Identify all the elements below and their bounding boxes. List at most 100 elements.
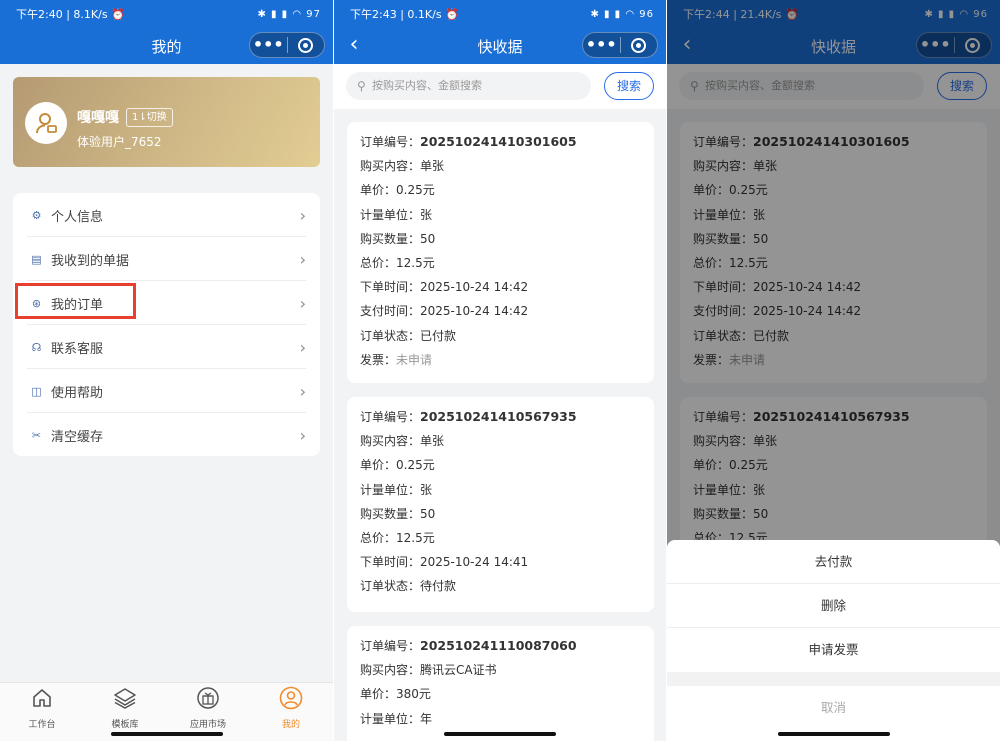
nav-bar: 我的 ••• <box>0 28 333 64</box>
field-label: 总价： <box>360 530 397 545</box>
field-label: 总价： <box>360 255 397 270</box>
order-number: 202510241410301605 <box>420 134 577 149</box>
order-row: 单价：380元 <box>360 684 654 708</box>
field-value: 单张 <box>420 434 445 449</box>
gear-icon: ⚙ <box>31 208 42 222</box>
order-card[interactable]: 订单编号：202510241410567935 购买内容：单张 单价：0.25元… <box>347 397 654 612</box>
close-miniprogram-icon[interactable] <box>620 37 657 53</box>
field-label: 计量单位： <box>360 711 421 726</box>
field-value: 2025-10-24 14:42 <box>420 280 529 295</box>
order-card[interactable]: 订单编号：202510241410301605 购买内容：单张 单价：0.25元… <box>347 122 654 383</box>
order-number: 202510241410567935 <box>420 409 577 424</box>
field-label: 订单编号： <box>360 410 421 424</box>
profile-screen: 下午2:40 | 8.1K/s ⏰ ✱ ▮ ▮ ◠ 97 我的 ••• 嘎嘎嘎 … <box>0 0 333 741</box>
nav-bar: ‹ 快收据 ••• <box>334 28 666 64</box>
field-label: 下单时间： <box>360 280 421 295</box>
field-value: 张 <box>420 207 433 222</box>
menu-item-label: 个人信息 <box>51 209 104 225</box>
tab-mine[interactable]: 我的 <box>261 686 321 730</box>
menu-item-label: 联系客服 <box>51 341 104 357</box>
menu-item-clear-cache[interactable]: ✂ 清空缓存 › <box>13 413 320 457</box>
chevron-right-icon: › <box>299 381 306 401</box>
order-row: 购买数量：50 <box>360 229 654 253</box>
tab-templates[interactable]: 模板库 <box>95 686 155 730</box>
switch-account-button[interactable]: 1⇂切换 <box>126 108 173 127</box>
menu-item-personal-info[interactable]: ⚙ 个人信息 › <box>13 193 320 237</box>
field-label: 计量单位： <box>360 482 421 497</box>
gift-icon <box>197 687 219 709</box>
avatar[interactable] <box>25 102 67 144</box>
field-value: 2025-10-24 14:41 <box>420 555 529 570</box>
order-number-row: 订单编号：202510241410567935 <box>360 407 654 431</box>
more-icon[interactable]: ••• <box>583 35 620 55</box>
close-miniprogram-icon[interactable] <box>287 37 324 53</box>
tab-label: 工作台 <box>28 720 56 730</box>
tab-app-market[interactable]: 应用市场 <box>178 686 238 730</box>
order-row: 总价：12.5元 <box>360 253 654 277</box>
delete-label: 删除 <box>820 598 846 613</box>
field-value: 腾讯云CA证书 <box>420 663 497 678</box>
user-avatar-icon <box>36 113 57 134</box>
document-icon: ▤ <box>31 252 42 266</box>
menu-item-customer-service[interactable]: ☊ 联系客服 › <box>13 325 320 369</box>
order-row: 计量单位：年 <box>360 709 654 733</box>
field-label: 购买内容： <box>360 663 421 678</box>
order-row: 单价：0.25元 <box>360 455 654 479</box>
order-number-row: 订单编号：202510241410301605 <box>360 132 654 156</box>
order-row: 下单时间：2025-10-24 14:41 <box>360 552 654 576</box>
field-value: 张 <box>420 482 433 497</box>
field-label: 购买内容： <box>360 159 421 174</box>
search-placeholder: 按购买内容、金额搜索 <box>372 79 482 92</box>
home-indicator <box>777 732 890 736</box>
user-icon <box>279 686 303 710</box>
search-icon: ⚲ <box>357 79 366 93</box>
status-time: 下午2:40 | 8.1K/s ⏰ <box>16 8 125 21</box>
field-label: 单价： <box>360 183 397 198</box>
pay-label: 去付款 <box>814 554 853 569</box>
order-row: 支付时间：2025-10-24 14:42 <box>360 301 654 325</box>
field-value: 50 <box>420 231 436 246</box>
order-status: 已付款 <box>420 328 457 343</box>
order-row: 发票：未申请 <box>360 350 654 374</box>
field-label: 单价： <box>360 458 397 473</box>
menu-card: ⚙ 个人信息 › ▤ 我收到的单据 › ⊛ 我的订单 › ☊ 联系客服 › ◫ … <box>13 193 320 456</box>
home-icon <box>33 689 51 707</box>
order-status: 待付款 <box>420 579 457 594</box>
order-row: 购买内容：单张 <box>360 156 654 180</box>
pay-button[interactable]: 去付款 <box>667 540 1000 584</box>
screens: 下午2:40 | 8.1K/s ⏰ ✱ ▮ ▮ ◠ 97 我的 ••• 嘎嘎嘎 … <box>0 0 1000 741</box>
user-id: 体验用户_7652 <box>77 135 162 149</box>
search-button[interactable]: 搜索 <box>604 72 654 100</box>
orders-action-sheet-screen: 下午2:44 | 21.4K/s ⏰ ✱ ▮ ▮ ◠ 96 ‹ 快收据 ••• … <box>667 0 1000 741</box>
delete-button[interactable]: 删除 <box>667 584 1000 628</box>
tab-workbench[interactable]: 工作台 <box>12 686 72 730</box>
field-label: 单价： <box>360 687 397 702</box>
field-label: 订单编号： <box>360 639 421 653</box>
field-value: 380元 <box>396 687 431 702</box>
order-card[interactable]: 订单编号：202510241110087060 购买内容：腾讯云CA证书 单价：… <box>347 626 654 741</box>
invoice-label: 申请发票 <box>808 642 859 657</box>
miniprogram-capsule: ••• <box>249 32 325 58</box>
order-row: 单价：0.25元 <box>360 180 654 204</box>
order-row: 订单状态：待付款 <box>360 576 654 600</box>
menu-item-help[interactable]: ◫ 使用帮助 › <box>13 369 320 413</box>
field-label: 订单状态： <box>360 579 421 594</box>
field-label: 下单时间： <box>360 555 421 570</box>
status-bar: 下午2:40 | 8.1K/s ⏰ ✱ ▮ ▮ ◠ 97 <box>0 0 333 28</box>
field-label: 订单状态： <box>360 328 421 343</box>
menu-item-label: 我收到的单据 <box>51 253 130 269</box>
order-row: 下单时间：2025-10-24 14:42 <box>360 277 654 301</box>
chevron-right-icon: › <box>299 249 306 269</box>
highlight-annotation <box>15 283 136 319</box>
search-input[interactable]: ⚲ 按购买内容、金额搜索 <box>346 72 591 100</box>
field-label: 支付时间： <box>360 304 421 319</box>
menu-item-label: 清空缓存 <box>51 429 104 445</box>
more-icon[interactable]: ••• <box>250 35 287 55</box>
field-value: 12.5元 <box>396 255 435 270</box>
status-icons: ✱ ▮ ▮ ◠ 97 <box>257 8 321 20</box>
field-value: 0.25元 <box>396 183 435 198</box>
broom-icon: ✂ <box>31 428 42 442</box>
order-row: 订单状态：已付款 <box>360 326 654 350</box>
apply-invoice-button[interactable]: 申请发票 <box>667 628 1000 672</box>
menu-item-received-receipts[interactable]: ▤ 我收到的单据 › <box>13 237 320 281</box>
